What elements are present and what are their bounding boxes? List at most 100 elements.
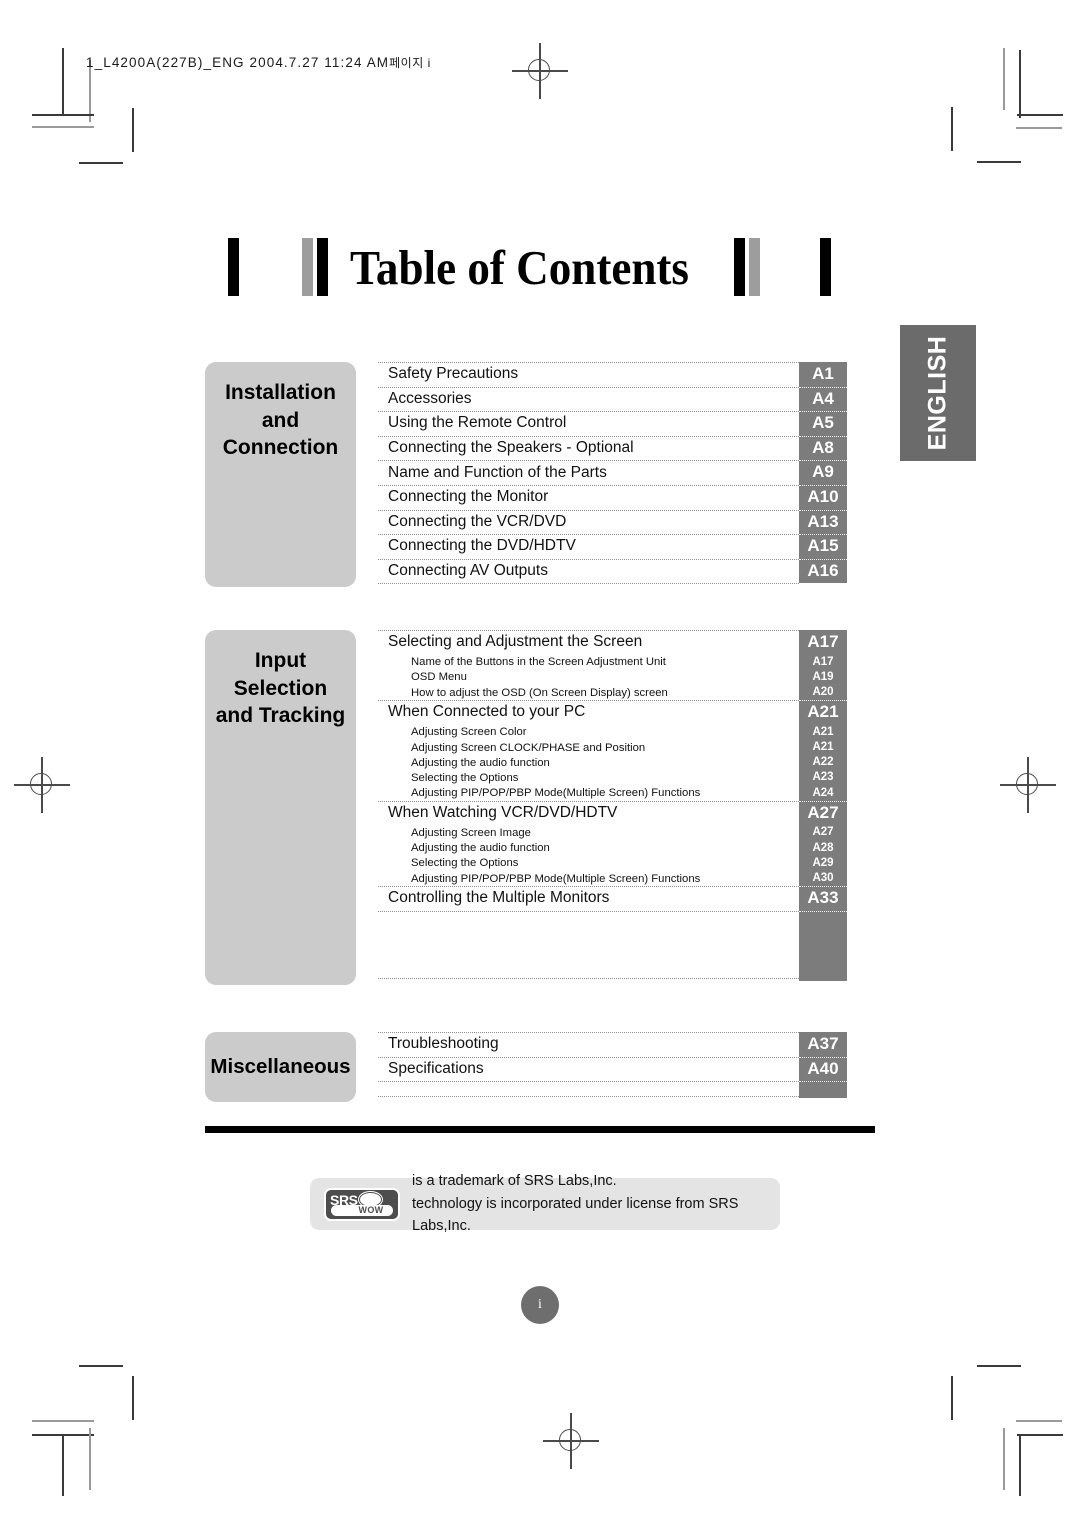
toc-entry[interactable]: Name of the Buttons in the Screen Adjust… — [378, 655, 799, 670]
toc-entry[interactable]: Adjusting PIP/POP/PBP Mode(Multiple Scre… — [378, 871, 799, 886]
toc-entry[interactable]: Safety Precautions — [378, 362, 799, 387]
print-slug-main: 1_L4200A(227B)_ENG 2004.7.27 11:24 AM — [86, 55, 390, 70]
toc-entry[interactable]: Name and Function of the Parts — [378, 460, 799, 485]
crop-mark-tr-v1 — [1003, 48, 1005, 110]
toc-entry[interactable]: Adjusting PIP/POP/PBP Mode(Multiple Scre… — [378, 786, 799, 801]
srs-wow-pill: WOW — [331, 1204, 393, 1216]
toc-entry[interactable]: Selecting and Adjustment the Screen — [378, 630, 799, 655]
toc-entry-label: When Watching VCR/DVD/HDTV — [388, 804, 618, 822]
section-sidebar-label: Installation and Connection — [222, 381, 339, 460]
toc-entry[interactable]: Connecting AV Outputs — [378, 559, 799, 584]
toc-entry[interactable]: Selecting the Options — [378, 856, 799, 871]
toc-entry-label: Adjusting PIP/POP/PBP Mode(Multiple Scre… — [411, 872, 701, 885]
crop-mark-bl-h3 — [79, 1365, 123, 1367]
toc-entry-page-number: A5 — [812, 413, 834, 433]
registration-mark-bottom — [543, 1413, 599, 1469]
toc-entry[interactable]: Using the Remote Control — [378, 411, 799, 436]
toc-entry-label: When Connected to your PC — [388, 703, 586, 721]
toc-entry[interactable]: Adjusting the audio function — [378, 755, 799, 770]
page-canvas: 1_L4200A(227B)_ENG 2004.7.27 11:24 AM페이지… — [0, 0, 1080, 1528]
toc-entry-page-number: A21 — [812, 725, 834, 738]
toc-entry-label: Connecting the Monitor — [388, 488, 549, 506]
toc-entry-label: Safety Precautions — [388, 365, 519, 383]
toc-entry[interactable]: Adjusting Screen CLOCK/PHASE and Positio… — [378, 740, 799, 755]
crop-mark-br-v1 — [1019, 1434, 1021, 1496]
toc-entry-page-number: A15 — [807, 536, 839, 556]
crop-mark-tr-h3 — [977, 161, 1021, 163]
srs-trademark-line-2: technology is incorporated under license… — [412, 1195, 739, 1235]
crop-mark-tr-h2 — [1016, 127, 1062, 129]
registration-mark-left — [14, 757, 70, 813]
crop-mark-br-h2 — [1016, 1420, 1062, 1422]
toc-entry[interactable]: How to adjust the OSD (On Screen Display… — [378, 685, 799, 700]
title-rule-right-black — [734, 238, 746, 296]
crop-mark-bl-h2 — [32, 1420, 94, 1422]
toc-entry-label: Connecting the VCR/DVD — [388, 512, 567, 530]
title-rule-far-left — [228, 238, 239, 296]
toc-separator — [378, 583, 799, 585]
crop-mark-bl-v2 — [89, 1428, 91, 1490]
crop-mark-br-h3 — [977, 1365, 1021, 1367]
toc-entry-label: Using the Remote Control — [388, 414, 567, 432]
crop-mark-tr-v3 — [951, 107, 953, 151]
toc-entry-label: Specifications — [388, 1059, 484, 1077]
srs-trademark-box: SRS WOW is a trademark of SRS Labs,Inc. … — [310, 1173, 780, 1234]
toc-entry-page-number: A19 — [812, 670, 834, 683]
crop-mark-br-h1 — [1017, 1434, 1063, 1436]
toc-entry[interactable]: Adjusting Screen Image — [378, 825, 799, 840]
crop-mark-tl-v3 — [132, 108, 134, 152]
toc-separator — [378, 910, 799, 912]
toc-separator — [378, 1096, 799, 1097]
crop-mark-tl-v1 — [62, 48, 64, 116]
crop-mark-bl-v3 — [132, 1376, 134, 1420]
toc-entry[interactable]: When Watching VCR/DVD/HDTV — [378, 801, 799, 826]
toc-entry[interactable]: Connecting the DVD/HDTV — [378, 534, 799, 559]
toc-entry-label: Selecting and Adjustment the Screen — [388, 633, 643, 651]
toc-entry-label: Troubleshooting — [388, 1035, 499, 1053]
toc-entry-page-number: A24 — [812, 786, 834, 799]
print-slug-korean: 페이지 i — [389, 56, 431, 70]
toc-entry[interactable]: Troubleshooting — [378, 1032, 799, 1057]
crop-mark-bl-v1 — [62, 1434, 64, 1496]
toc-entry-label: Connecting AV Outputs — [388, 562, 548, 580]
toc-entry-label: OSD Menu — [411, 671, 467, 684]
toc-entry-page-number: A13 — [807, 511, 839, 531]
toc-entry[interactable]: Connecting the Monitor — [378, 485, 799, 510]
toc-entry[interactable]: Connecting the VCR/DVD — [378, 510, 799, 535]
crop-mark-tl-h3 — [79, 162, 123, 164]
toc-entry[interactable]: Controlling the Multiple Monitors — [378, 886, 799, 911]
toc-entry-page-number: A9 — [812, 462, 834, 482]
toc-entry[interactable]: Selecting the Options — [378, 770, 799, 785]
crop-mark-br-v2 — [1003, 1428, 1005, 1490]
toc-entry-page-number: A29 — [812, 856, 834, 869]
toc-entry-label: Connecting the Speakers - Optional — [388, 439, 634, 457]
toc-entry-page-number: A22 — [812, 756, 834, 769]
language-tab-label: ENGLISH — [923, 335, 952, 451]
toc-entry-page-number: A21 — [812, 741, 834, 753]
toc-entry-page-number: A17 — [807, 632, 839, 651]
toc-entry[interactable]: OSD Menu — [378, 670, 799, 685]
toc-entry-page-number: A20 — [812, 686, 834, 698]
toc-entry[interactable]: Adjusting Screen Color — [378, 725, 799, 740]
toc-entry-page-number: A17 — [812, 655, 834, 668]
toc-entry[interactable]: Accessories — [378, 387, 799, 412]
page-title-text: Table of Contents — [350, 239, 689, 295]
toc-entry-label: Adjusting Screen CLOCK/PHASE and Positio… — [411, 741, 646, 754]
section-divider-rule — [205, 1126, 875, 1133]
crop-mark-tl-h1 — [32, 114, 94, 116]
toc-entry-label: Accessories — [388, 389, 472, 407]
toc-entry-page-number: A21 — [807, 702, 839, 722]
toc-entry[interactable]: Specifications — [378, 1057, 799, 1082]
toc-entry[interactable]: Adjusting the audio function — [378, 841, 799, 856]
toc-entry[interactable]: Connecting the Speakers - Optional — [378, 436, 799, 461]
toc-entry-page-number: A8 — [812, 437, 834, 457]
toc-entry-page-number: A27 — [807, 802, 839, 822]
crop-mark-tr-h1 — [1017, 114, 1063, 116]
section-sidebar-input-selection: Input Selection and Tracking — [205, 630, 356, 985]
toc-entry[interactable]: When Connected to your PC — [378, 700, 799, 725]
toc-separator-page — [799, 1081, 847, 1083]
title-rule-left-gray — [302, 238, 313, 296]
section-sidebar-label: Miscellaneous — [210, 1055, 351, 1079]
toc-entry-label: Adjusting the audio function — [411, 756, 550, 769]
toc-entry-page-number: A30 — [812, 872, 834, 884]
